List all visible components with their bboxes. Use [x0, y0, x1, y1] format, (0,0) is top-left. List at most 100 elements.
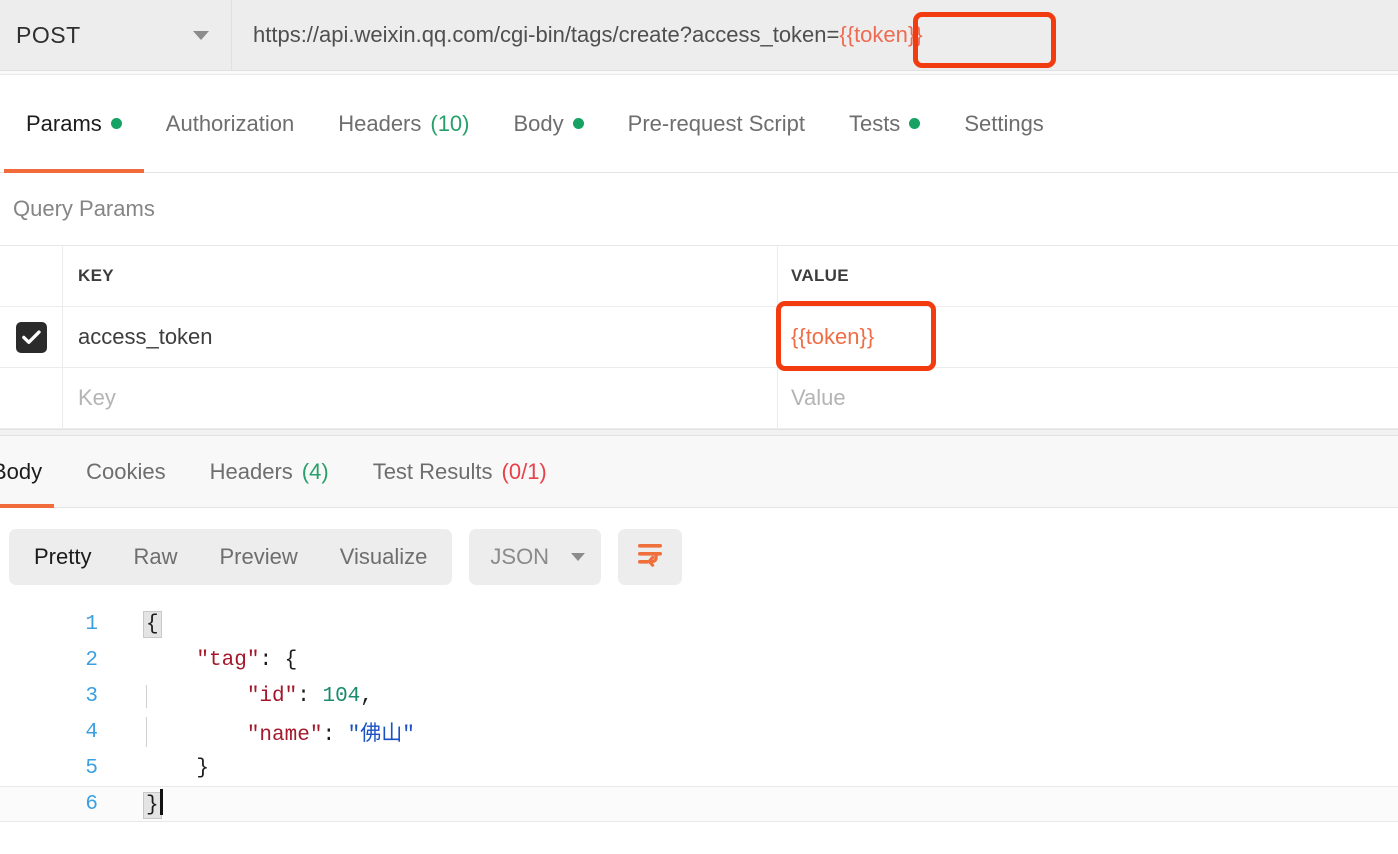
- line-number: 1: [85, 612, 98, 636]
- url-variable-token: {{token}}: [839, 22, 923, 47]
- json-punct: :: [322, 724, 348, 747]
- code-line-content: }: [110, 757, 209, 780]
- tab-tests-label: Tests: [848, 110, 901, 136]
- json-value-id: 104: [322, 684, 361, 708]
- header-checkbox-cell: [0, 246, 63, 306]
- line-number: 6: [85, 792, 98, 816]
- response-tab-test-results[interactable]: Test Results (0/1): [351, 436, 569, 508]
- code-line: 3 "id": 104,: [0, 678, 1398, 714]
- text-cursor: [159, 789, 163, 815]
- tab-tests[interactable]: Tests: [827, 75, 942, 173]
- table-row[interactable]: access_token {{token}}: [0, 307, 1398, 368]
- tab-headers[interactable]: Headers (10): [316, 75, 491, 173]
- response-format-label: JSON: [490, 544, 550, 569]
- response-format-dropdown[interactable]: JSON: [469, 529, 602, 585]
- view-mode-preview[interactable]: Preview: [198, 533, 318, 581]
- param-value-variable: {{token}}: [791, 324, 875, 349]
- response-tab-test-results-label: Test Results: [372, 458, 493, 484]
- column-header-key: KEY: [78, 266, 114, 285]
- url-input[interactable]: https://api.weixin.qq.com/cgi-bin/tags/c…: [232, 0, 1398, 71]
- view-mode-visualize[interactable]: Visualize: [319, 533, 449, 581]
- indent-guide: [146, 717, 147, 747]
- http-method-label: POST: [16, 21, 81, 48]
- param-enabled-checkbox[interactable]: [15, 321, 47, 353]
- tab-settings-label: Settings: [964, 110, 1044, 136]
- column-header-value: VALUE: [791, 266, 849, 285]
- code-line: 2 "tag": {: [0, 642, 1398, 678]
- response-body-code-viewer[interactable]: 1 { 2 "tag": { 3 "id": 104, 4 "name": "佛…: [0, 606, 1398, 854]
- header-key-cell: KEY: [63, 246, 778, 306]
- tab-headers-count: (10): [430, 110, 470, 136]
- tab-headers-label: Headers: [338, 110, 422, 136]
- view-mode-pretty[interactable]: Pretty: [13, 533, 112, 581]
- json-key-tag: "tag": [196, 648, 260, 672]
- query-params-title: Query Params: [0, 173, 1398, 245]
- response-tab-headers[interactable]: Headers (4): [188, 436, 351, 508]
- row-value-cell[interactable]: {{token}}: [778, 307, 1398, 367]
- params-modified-dot-icon: [110, 118, 122, 129]
- code-line-content: "id": 104,: [110, 684, 373, 708]
- header-value-cell: VALUE: [778, 246, 1398, 306]
- response-tabs: Body Cookies Headers (4) Test Results (0…: [0, 436, 1398, 508]
- http-method-dropdown[interactable]: POST: [0, 0, 232, 71]
- code-line: 5 }: [0, 750, 1398, 786]
- code-line-content: "name": "佛山": [110, 717, 415, 747]
- table-row[interactable]: Key Value: [0, 368, 1398, 429]
- tab-settings[interactable]: Settings: [942, 75, 1066, 173]
- param-value-placeholder: Value: [791, 385, 846, 410]
- tab-authorization[interactable]: Authorization: [144, 75, 316, 173]
- view-mode-visualize-label: Visualize: [339, 544, 428, 569]
- json-open-brace: {: [143, 610, 162, 638]
- tests-modified-dot-icon: [909, 118, 921, 129]
- code-line-content: }: [110, 789, 163, 819]
- response-view-toolbar: Pretty Raw Preview Visualize JSON: [0, 508, 1398, 606]
- response-tab-test-results-count: (0/1): [501, 458, 547, 484]
- json-close-brace: }: [143, 791, 162, 819]
- query-params-table: KEY VALUE access_token {{token}} Key Val…: [0, 245, 1398, 429]
- tab-authorization-label: Authorization: [165, 110, 295, 136]
- json-value-name: "佛山": [347, 724, 415, 747]
- view-mode-preview-label: Preview: [219, 544, 298, 569]
- line-number: 2: [85, 648, 98, 672]
- json-punct: : {: [259, 648, 298, 672]
- view-mode-raw[interactable]: Raw: [112, 533, 198, 581]
- row-value-cell-empty[interactable]: Value: [778, 368, 1398, 428]
- row-checkbox-cell[interactable]: [0, 307, 63, 367]
- url-bar: POST https://api.weixin.qq.com/cgi-bin/t…: [0, 0, 1398, 75]
- row-key-cell[interactable]: access_token: [63, 307, 778, 367]
- response-tab-cookies-label: Cookies: [86, 458, 166, 484]
- code-line-content: "tag": {: [110, 649, 297, 672]
- line-number: 5: [85, 756, 98, 780]
- chevron-down-icon: [193, 30, 209, 40]
- response-tab-body-label: Body: [0, 458, 43, 484]
- response-tab-body[interactable]: Body: [0, 436, 64, 508]
- response-tab-cookies[interactable]: Cookies: [64, 436, 187, 508]
- table-header-row: KEY VALUE: [0, 246, 1398, 307]
- json-punct: :: [297, 684, 323, 708]
- code-line: 4 "name": "佛山": [0, 714, 1398, 750]
- json-key-name: "name": [246, 724, 323, 747]
- row-key-cell-empty[interactable]: Key: [63, 368, 778, 428]
- tab-params-label: Params: [26, 110, 102, 136]
- response-view-mode-group: Pretty Raw Preview Visualize: [9, 529, 453, 585]
- body-modified-dot-icon: [572, 118, 584, 129]
- word-wrap-icon: [636, 542, 664, 573]
- word-wrap-toggle[interactable]: [618, 529, 683, 585]
- line-number: 3: [85, 684, 98, 708]
- response-tab-headers-label: Headers: [209, 458, 293, 484]
- indent-guide: [146, 684, 147, 708]
- json-punct: ,: [360, 684, 373, 708]
- tab-pre-request-script[interactable]: Pre-request Script: [606, 75, 827, 173]
- url-text: https://api.weixin.qq.com/cgi-bin/tags/c…: [253, 22, 840, 47]
- param-key-placeholder: Key: [78, 385, 116, 410]
- view-mode-pretty-label: Pretty: [34, 544, 92, 569]
- tab-body[interactable]: Body: [492, 75, 606, 173]
- param-key-value: access_token: [78, 324, 213, 349]
- view-mode-raw-label: Raw: [133, 544, 178, 569]
- chevron-down-icon: [571, 553, 586, 561]
- row-checkbox-cell-empty[interactable]: [0, 368, 63, 428]
- code-line-content: {: [110, 610, 162, 638]
- request-tabs: Params Authorization Headers (10) Body P…: [0, 75, 1398, 173]
- code-line-active: 6 }: [0, 786, 1398, 822]
- tab-params[interactable]: Params: [4, 75, 144, 173]
